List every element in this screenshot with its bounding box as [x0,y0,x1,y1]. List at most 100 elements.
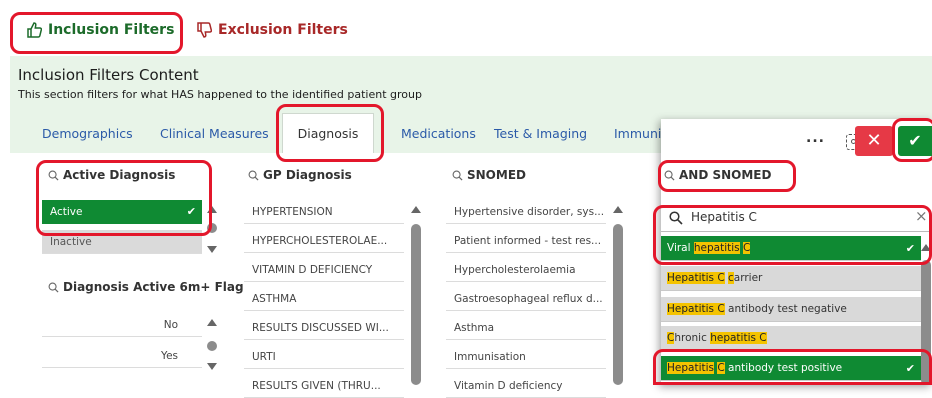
confirm-selection-button[interactable]: ✔ [898,126,932,156]
list-item-label: URTI [252,351,276,363]
tab-medications[interactable]: Medications [401,126,476,141]
scroll-up-icon[interactable] [207,206,217,213]
list-item-label: VITAMIN D DEFICIENCY [252,264,373,276]
result-hepatitis-c-antibody-negative[interactable]: Hepatitis C antibody test negative [661,297,921,322]
list-item-snomed[interactable]: Immunisation [446,345,606,369]
check-icon: ✔ [905,242,915,255]
match-highlight: C [717,362,725,374]
list-item-yes[interactable]: Yes [42,344,202,368]
result-text: hronic [674,332,711,344]
list-item-snomed[interactable]: Patient informed - test res... [446,229,606,253]
result-hepatitis-c-antibody-positive[interactable]: Hepatitis C antibody test positive ✔ [661,356,921,381]
active-6m-flag-scrollbar[interactable] [206,313,218,373]
scroll-down-icon[interactable] [207,246,217,253]
exclusion-tab-label: Exclusion Filters [218,22,348,38]
scroll-up-icon[interactable] [921,244,931,251]
list-item-inactive[interactable]: Inactive [42,230,202,254]
snomed-scrollbar[interactable] [612,200,624,385]
tab-demographics[interactable]: Demographics [42,126,133,141]
list-item-label: Vitamin D deficiency [454,380,563,392]
scroll-thumb[interactable] [613,224,623,385]
list-item-label: Gastroesophageal reflux d... [454,293,603,305]
list-item-snomed[interactable]: Asthma [446,316,606,340]
scroll-thumb[interactable] [207,223,217,233]
snomed-header[interactable]: SNOMED [452,168,526,182]
scroll-thumb[interactable] [921,260,931,385]
list-item-label: HYPERCHOLESTEROLAE... [252,235,388,247]
result-text: antibody test negative [724,303,847,315]
list-item-gp[interactable]: ASTHMA [244,287,404,311]
list-item-label: Hypertensive disorder, sys... [454,206,605,218]
scroll-up-icon[interactable] [411,206,421,213]
list-item-gp[interactable]: URTI [244,345,404,369]
result-text: antibody test positive [724,362,843,374]
tab-clinical-measures[interactable]: Clinical Measures [160,126,269,141]
active-diagnosis-header[interactable]: Active Diagnosis [48,168,175,182]
check-icon: ✔ [186,205,196,218]
scroll-down-icon[interactable] [207,363,217,370]
clear-search-icon[interactable]: × [915,207,928,225]
more-options-button[interactable]: ... [806,130,825,146]
list-item-label: Hypercholesterolaemia [454,264,576,276]
tab-test-imaging[interactable]: Test & Imaging [494,126,587,141]
search-icon [48,282,59,293]
active-6m-flag-header[interactable]: Diagnosis Active 6m+ Flag [48,280,244,294]
match-highlight: Hepatitis C [667,272,725,284]
gp-diagnosis-header[interactable]: GP Diagnosis [248,168,352,182]
list-item-gp[interactable]: RESULTS GIVEN (THRU... [244,374,404,398]
list-item-label: RESULTS DISCUSSED WI... [252,322,389,334]
tab-inclusion-filters[interactable]: Inclusion Filters [26,22,174,38]
inclusion-tab-label: Inclusion Filters [48,22,175,38]
list-item-label: HYPERTENSION [252,206,333,218]
and-snomed-header[interactable]: AND SNOMED [664,168,771,182]
tab-exclusion-filters[interactable]: Exclusion Filters [196,22,348,38]
list-item-gp[interactable]: HYPERTENSION [244,200,404,224]
active-diagnosis-scrollbar[interactable] [206,200,218,256]
search-icon [48,170,59,181]
list-item-gp[interactable]: VITAMIN D DEFICIENCY [244,258,404,282]
list-item-label: No [163,319,178,331]
scroll-up-icon[interactable] [613,206,623,213]
list-item-label: Yes [161,350,178,362]
gp-diagnosis-scrollbar[interactable] [410,200,422,385]
search-icon [664,170,675,181]
thumbs-up-icon [27,22,42,38]
scroll-thumb[interactable] [411,224,421,385]
result-chronic-hepatitis-c[interactable]: Chronic hepatitis C [661,326,921,351]
and-snomed-title: AND SNOMED [679,168,772,182]
result-viral-hepatitis-c[interactable]: Viral hepatitis C ✔ [661,236,921,261]
list-item-active[interactable]: Active ✔ [42,200,202,224]
list-item-no[interactable]: No [42,313,202,337]
list-item-label: ASTHMA [252,293,297,305]
list-item-snomed[interactable]: Hypertensive disorder, sys... [446,200,606,224]
check-icon: ✔ [908,131,922,150]
snomed-title: SNOMED [467,168,526,182]
check-icon: ✔ [905,362,915,375]
snomed-search-field[interactable]: Hepatitis C × [661,204,932,232]
search-input-value[interactable]: Hepatitis C [691,210,757,224]
list-item-gp[interactable]: RESULTS DISCUSSED WI... [244,316,404,340]
list-item-label: Immunisation [454,351,526,363]
popup-scrollbar[interactable] [920,236,932,385]
active-diagnosis-title: Active Diagnosis [63,168,176,182]
list-item-gp[interactable]: HYPERCHOLESTEROLAE... [244,229,404,253]
search-icon [452,170,463,181]
tab-immunisations[interactable]: Immuni [614,126,661,141]
tab-diagnosis[interactable]: Diagnosis [282,113,374,153]
scroll-thumb[interactable] [207,341,217,351]
scroll-up-icon[interactable] [207,319,217,326]
result-text: arrier [733,272,763,284]
list-item-label: Active [50,206,83,218]
match-highlight: Hepatitis C [667,303,725,315]
list-item-snomed[interactable]: Vitamin D deficiency [446,374,606,398]
list-item-snomed[interactable]: Gastroesophageal reflux d... [446,287,606,311]
cancel-selection-button[interactable]: ✕ [855,126,893,156]
section-title: Inclusion Filters Content [18,66,199,84]
list-item-snomed[interactable]: Hypercholesterolaemia [446,258,606,282]
match-highlight: C [743,242,751,254]
match-highlight: Hepatitis [667,362,714,374]
section-description: This section filters for what HAS happen… [18,88,422,101]
result-hepatitis-c-carrier[interactable]: Hepatitis C carrier [661,266,921,291]
match-highlight: hepatitis [693,242,740,254]
list-item-label: Patient informed - test res... [454,235,602,247]
